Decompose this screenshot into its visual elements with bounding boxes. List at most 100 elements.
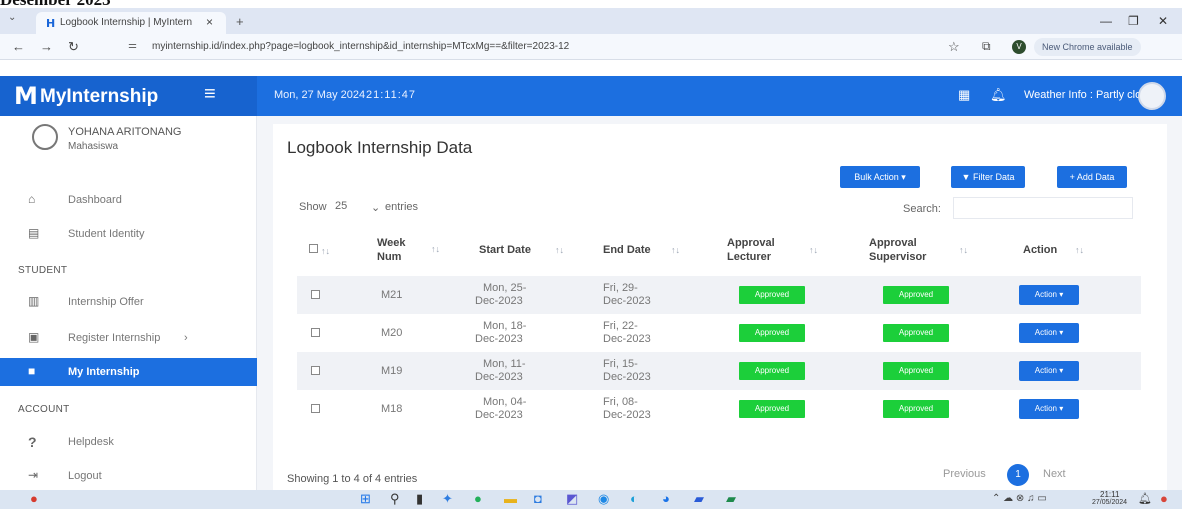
chrome-icon[interactable]: ◕ (662, 491, 670, 506)
cell-end-date-line2: Dec-2023 (603, 371, 651, 383)
back-icon[interactable]: ← (12, 39, 25, 54)
cell-week: M21 (381, 289, 403, 301)
store-icon[interactable]: ◘ (534, 491, 542, 506)
sidebar-item-register-internship[interactable]: ▣ Register Internship › (0, 324, 257, 352)
minimize-icon[interactable]: — (1100, 14, 1112, 28)
user-avatar-header[interactable] (1138, 82, 1166, 110)
start-icon[interactable]: ⊞ (360, 491, 371, 507)
pagination-next[interactable]: Next (1043, 468, 1066, 480)
window-close-icon[interactable]: ✕ (1158, 14, 1168, 28)
action-button[interactable]: Action ▾ (1019, 285, 1079, 305)
sort-icon[interactable]: ↑↓ (321, 246, 330, 256)
entries-select[interactable]: 25 (335, 196, 359, 216)
column-header-action[interactable]: Action (1023, 243, 1057, 257)
tab-list-chevron-icon[interactable]: ⌄ (8, 12, 16, 23)
tab-close-icon[interactable]: × (206, 15, 213, 29)
sidebar-item-helpdesk[interactable]: ? Helpdesk (0, 428, 257, 456)
status-badge: Approved (883, 286, 949, 304)
action-button[interactable]: Action ▾ (1019, 399, 1079, 419)
task-view-icon[interactable]: ▮ (416, 491, 423, 507)
header-date: Mon, 27 May 2024 (274, 89, 366, 101)
row-checkbox[interactable] (311, 366, 320, 375)
url-field[interactable]: ⚌ myinternship.id/index.php?page=logbook… (120, 37, 880, 57)
taskbar-time[interactable]: 21:11 (1100, 490, 1119, 499)
column-header-week[interactable]: Week Num (377, 236, 413, 264)
sort-icon[interactable]: ↑↓ (1075, 245, 1084, 255)
sidebar-item-label: Internship Offer (68, 296, 144, 308)
system-tray[interactable]: ⌃ ☁ ⊗ ♫ ▭ (992, 493, 1047, 504)
notification-bell-icon[interactable]: 🔔︎ (1138, 492, 1152, 505)
search-input[interactable] (953, 197, 1133, 219)
sort-icon[interactable]: ↑↓ (959, 245, 968, 255)
extensions-icon[interactable]: ⧉ (982, 39, 991, 54)
user-role: Mahasiswa (68, 141, 119, 152)
site-info-icon[interactable]: ⚌ (128, 40, 137, 51)
cell-start-date-line1: Mon, 25- (483, 282, 527, 294)
table-row: M19 Mon, 11- Dec-2023 Fri, 15- Dec-2023 … (297, 352, 1141, 390)
chevron-right-icon: › (184, 332, 188, 344)
restore-icon[interactable]: ❐ (1128, 14, 1139, 28)
sort-icon[interactable]: ↑↓ (555, 245, 564, 255)
cell-end-date-line1: Fri, 29- (603, 282, 638, 294)
row-checkbox[interactable] (311, 328, 320, 337)
browser-tab[interactable]: H Logbook Internship | MyIntern × (36, 12, 226, 34)
bell-icon[interactable]: 🔔︎ (990, 87, 1007, 103)
sort-icon[interactable]: ↑↓ (809, 245, 818, 255)
column-header-approval-lecturer[interactable]: Approval Lecturer (727, 236, 797, 264)
column-header-approval-supervisor[interactable]: Approval Supervisor (869, 236, 949, 264)
sidebar-item-dashboard[interactable]: ⌂ Dashboard (0, 186, 257, 214)
action-button[interactable]: Action ▾ (1019, 361, 1079, 381)
cell-end-date-line2: Dec-2023 (603, 333, 651, 345)
app-icon[interactable]: ◉ (598, 491, 609, 507)
reload-icon[interactable]: ↻ (68, 39, 79, 55)
search-icon[interactable]: ⚲ (390, 491, 400, 507)
sidebar-item-student-identity[interactable]: ▤ Student Identity (0, 220, 257, 248)
column-header-end-date[interactable]: End Date (603, 243, 651, 257)
brand-logo-icon: M (14, 82, 38, 110)
cell-end-date-line1: Fri, 15- (603, 358, 638, 370)
select-chevron-icon[interactable]: ⌄ (371, 201, 380, 214)
user-name: YOHANA ARITONANG (68, 126, 182, 138)
chat-icon[interactable]: ● (474, 491, 482, 506)
pagination-page-1[interactable]: 1 (1007, 464, 1029, 486)
bookmark-star-icon[interactable]: ☆ (948, 39, 960, 55)
sidebar-item-internship-offer[interactable]: ▥ Internship Offer (0, 288, 257, 316)
new-tab-icon[interactable]: + (236, 14, 244, 29)
sort-icon[interactable]: ↑↓ (671, 245, 680, 255)
profile-avatar[interactable]: V (1012, 40, 1026, 54)
file-explorer-icon[interactable]: ▬ (504, 491, 517, 506)
show-label: Show (299, 201, 327, 213)
status-badge: Approved (739, 324, 805, 342)
cell-end-date-line2: Dec-2023 (603, 409, 651, 421)
copilot-icon[interactable]: ✦ (442, 491, 453, 507)
app-icon[interactable]: ◩ (566, 491, 578, 507)
chrome-update-button[interactable]: New Chrome available (1034, 38, 1141, 56)
action-button[interactable]: Action ▾ (1019, 323, 1079, 343)
calendar-icon[interactable]: ▦ (958, 87, 970, 103)
url-text[interactable]: myinternship.id/index.php?page=logbook_i… (152, 41, 569, 52)
status-badge: Approved (883, 362, 949, 380)
sort-icon[interactable]: ↑↓ (431, 244, 440, 254)
word-icon[interactable]: ▰ (694, 491, 704, 507)
column-header-start-date[interactable]: Start Date (479, 243, 531, 257)
sidebar-item-my-internship[interactable]: ■ My Internship (0, 358, 257, 386)
edge-icon[interactable]: ◐ (630, 491, 638, 506)
excel-icon[interactable]: ▰ (726, 491, 736, 507)
table-info: Showing 1 to 4 of 4 entries (287, 473, 418, 485)
sidebar-item-logout[interactable]: ⇥ Logout (0, 462, 257, 490)
row-checkbox[interactable] (311, 290, 320, 299)
row-checkbox[interactable] (311, 404, 320, 413)
filter-data-button[interactable]: ▼ Filter Data (951, 166, 1025, 188)
add-data-button[interactable]: + Add Data (1057, 166, 1127, 188)
status-badge: Approved (739, 400, 805, 418)
taskbar-date[interactable]: 27/05/2024 (1092, 499, 1127, 506)
select-all-checkbox[interactable] (309, 244, 318, 253)
widget-icon[interactable]: ● (1160, 491, 1168, 506)
brand-name[interactable]: MyInternship (40, 86, 158, 108)
menu-toggle-icon[interactable]: ≡ (204, 83, 216, 106)
bulk-action-button[interactable]: Bulk Action ▾ (840, 166, 920, 188)
pagination-previous[interactable]: Previous (943, 468, 986, 480)
weather-widget-icon[interactable]: ● (30, 491, 38, 506)
forward-icon[interactable]: → (40, 39, 53, 54)
cell-week: M20 (381, 327, 403, 339)
